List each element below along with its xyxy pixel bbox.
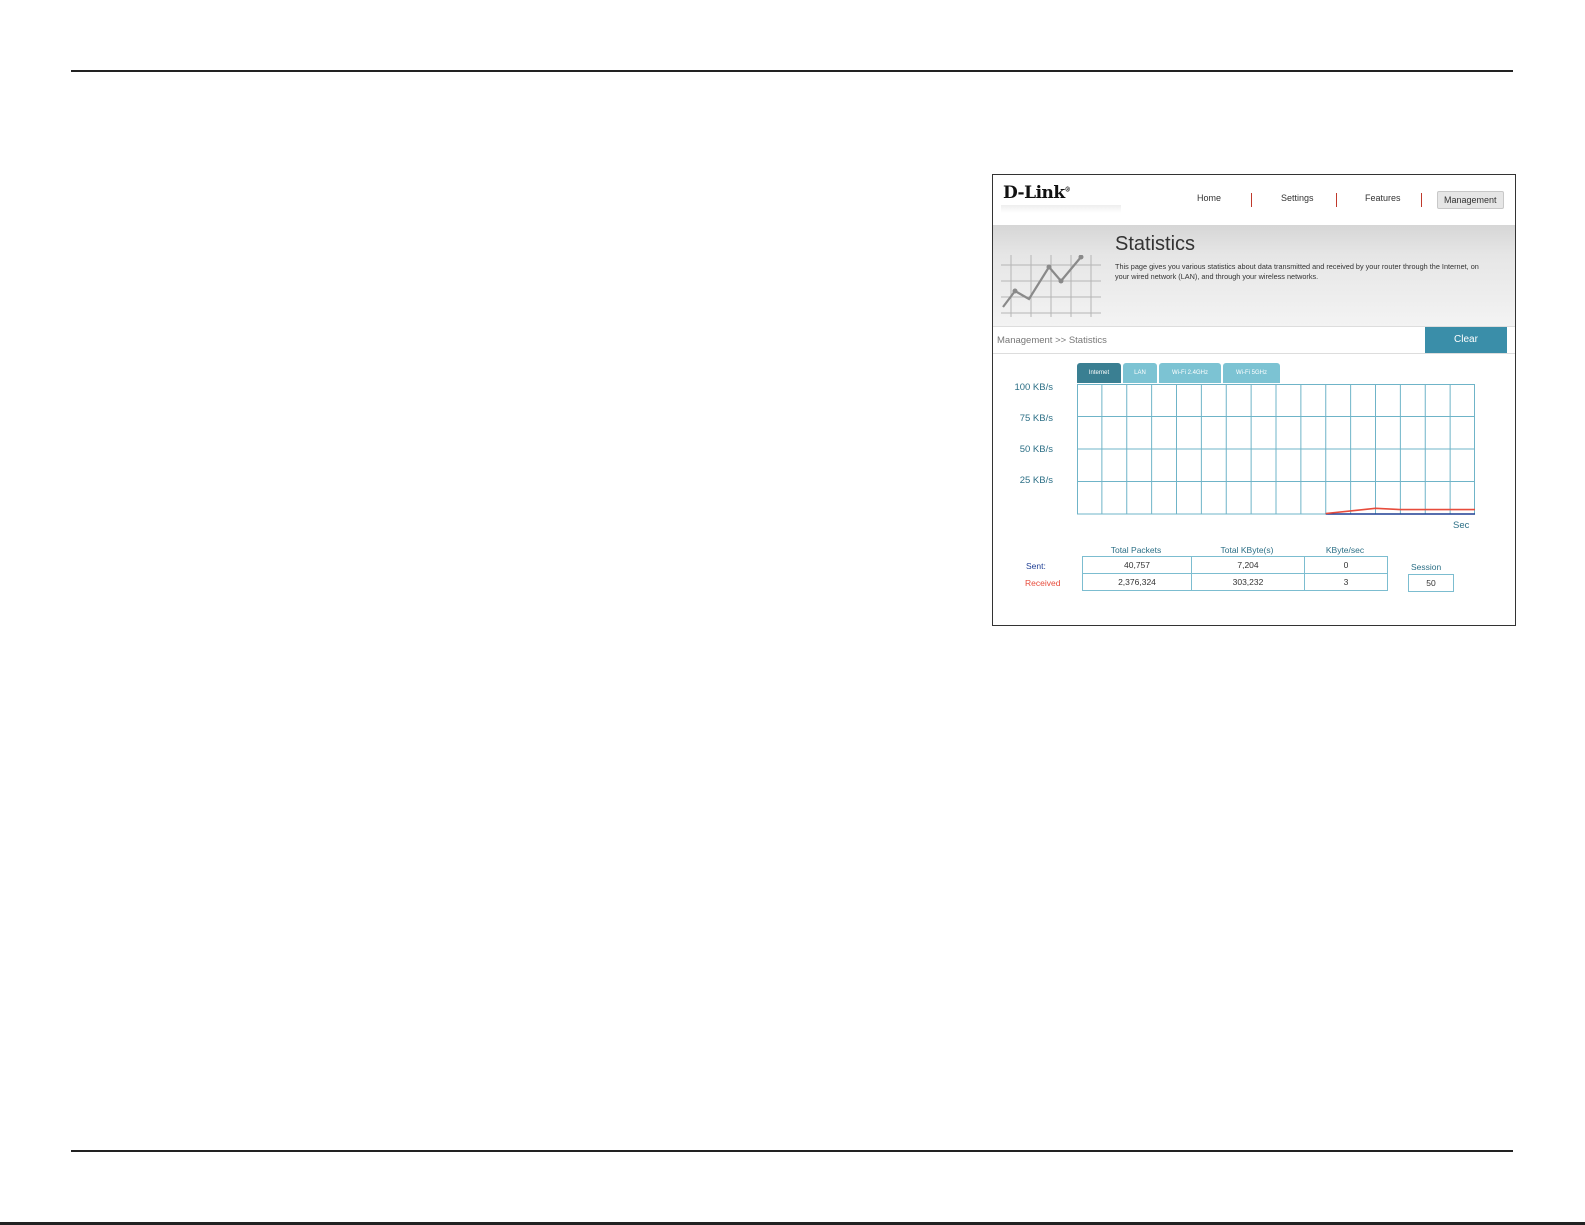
table-cell: 2,376,324 xyxy=(1082,573,1192,591)
breadcrumb: Management >> Statistics xyxy=(997,335,1107,346)
statistics-graph-icon xyxy=(1001,255,1101,317)
nav-management[interactable]: Management xyxy=(1437,191,1504,209)
nav-features[interactable]: Features xyxy=(1365,193,1401,203)
y-tick-label: 100 KB/s xyxy=(1014,382,1053,393)
nav-separator xyxy=(1336,193,1337,207)
tab-wifi-5ghz[interactable]: Wi-Fi 5GHz xyxy=(1223,363,1280,383)
y-tick-label: 50 KB/s xyxy=(1019,444,1053,455)
tab-internet[interactable]: Internet xyxy=(1077,363,1121,383)
session-value: 50 xyxy=(1408,574,1454,592)
row-label-received: Received xyxy=(1025,578,1061,588)
tab-wifi-24ghz[interactable]: Wi-Fi 2.4GHz xyxy=(1159,363,1221,383)
column-header: Total KByte(s) xyxy=(1220,545,1274,555)
dlink-logo: D-Link® xyxy=(1003,183,1071,203)
table-cell: 7,204 xyxy=(1191,556,1305,574)
tab-lan[interactable]: LAN xyxy=(1123,363,1157,383)
column-header: KByte/sec xyxy=(1325,545,1365,555)
table-cell: 40,757 xyxy=(1082,556,1192,574)
statistics-table-area: Total Packets Total KByte(s) KByte/sec S… xyxy=(993,545,1515,625)
x-axis-label: Sec xyxy=(1453,520,1470,531)
page-description: This page gives you various statistics a… xyxy=(1115,262,1479,281)
session-label: Session xyxy=(1411,562,1442,572)
bottom-rule xyxy=(71,1150,1513,1152)
top-rule xyxy=(71,70,1513,72)
y-tick-label: 25 KB/s xyxy=(1019,475,1053,486)
column-header: Total Packets xyxy=(1110,545,1162,555)
table-cell: 3 xyxy=(1304,573,1388,591)
nav-separator xyxy=(1421,193,1422,207)
throughput-chart xyxy=(1077,384,1475,515)
table-row: 2,376,324 303,232 3 xyxy=(1082,573,1388,591)
statistics-table: 40,757 7,204 0 2,376,324 303,232 3 xyxy=(1082,556,1388,591)
nav-settings[interactable]: Settings xyxy=(1281,193,1314,203)
page-title: Statistics xyxy=(1115,233,1196,255)
y-tick-label: 75 KB/s xyxy=(1019,413,1053,424)
table-cell: 0 xyxy=(1304,556,1388,574)
table-row: 40,757 7,204 0 xyxy=(1082,556,1388,574)
nav-separator xyxy=(1251,193,1252,207)
table-cell: 303,232 xyxy=(1191,573,1305,591)
router-header: D-Link® Home Settings Features Managemen… xyxy=(993,175,1515,225)
nav-home[interactable]: Home xyxy=(1197,193,1221,203)
clear-button[interactable]: Clear xyxy=(1425,327,1507,353)
breadcrumb-bar: Management >> Statistics Clear xyxy=(993,326,1515,354)
logo-reflection xyxy=(1001,205,1121,213)
row-label-sent: Sent: xyxy=(1026,561,1046,571)
router-screenshot: D-Link® Home Settings Features Managemen… xyxy=(992,174,1516,626)
